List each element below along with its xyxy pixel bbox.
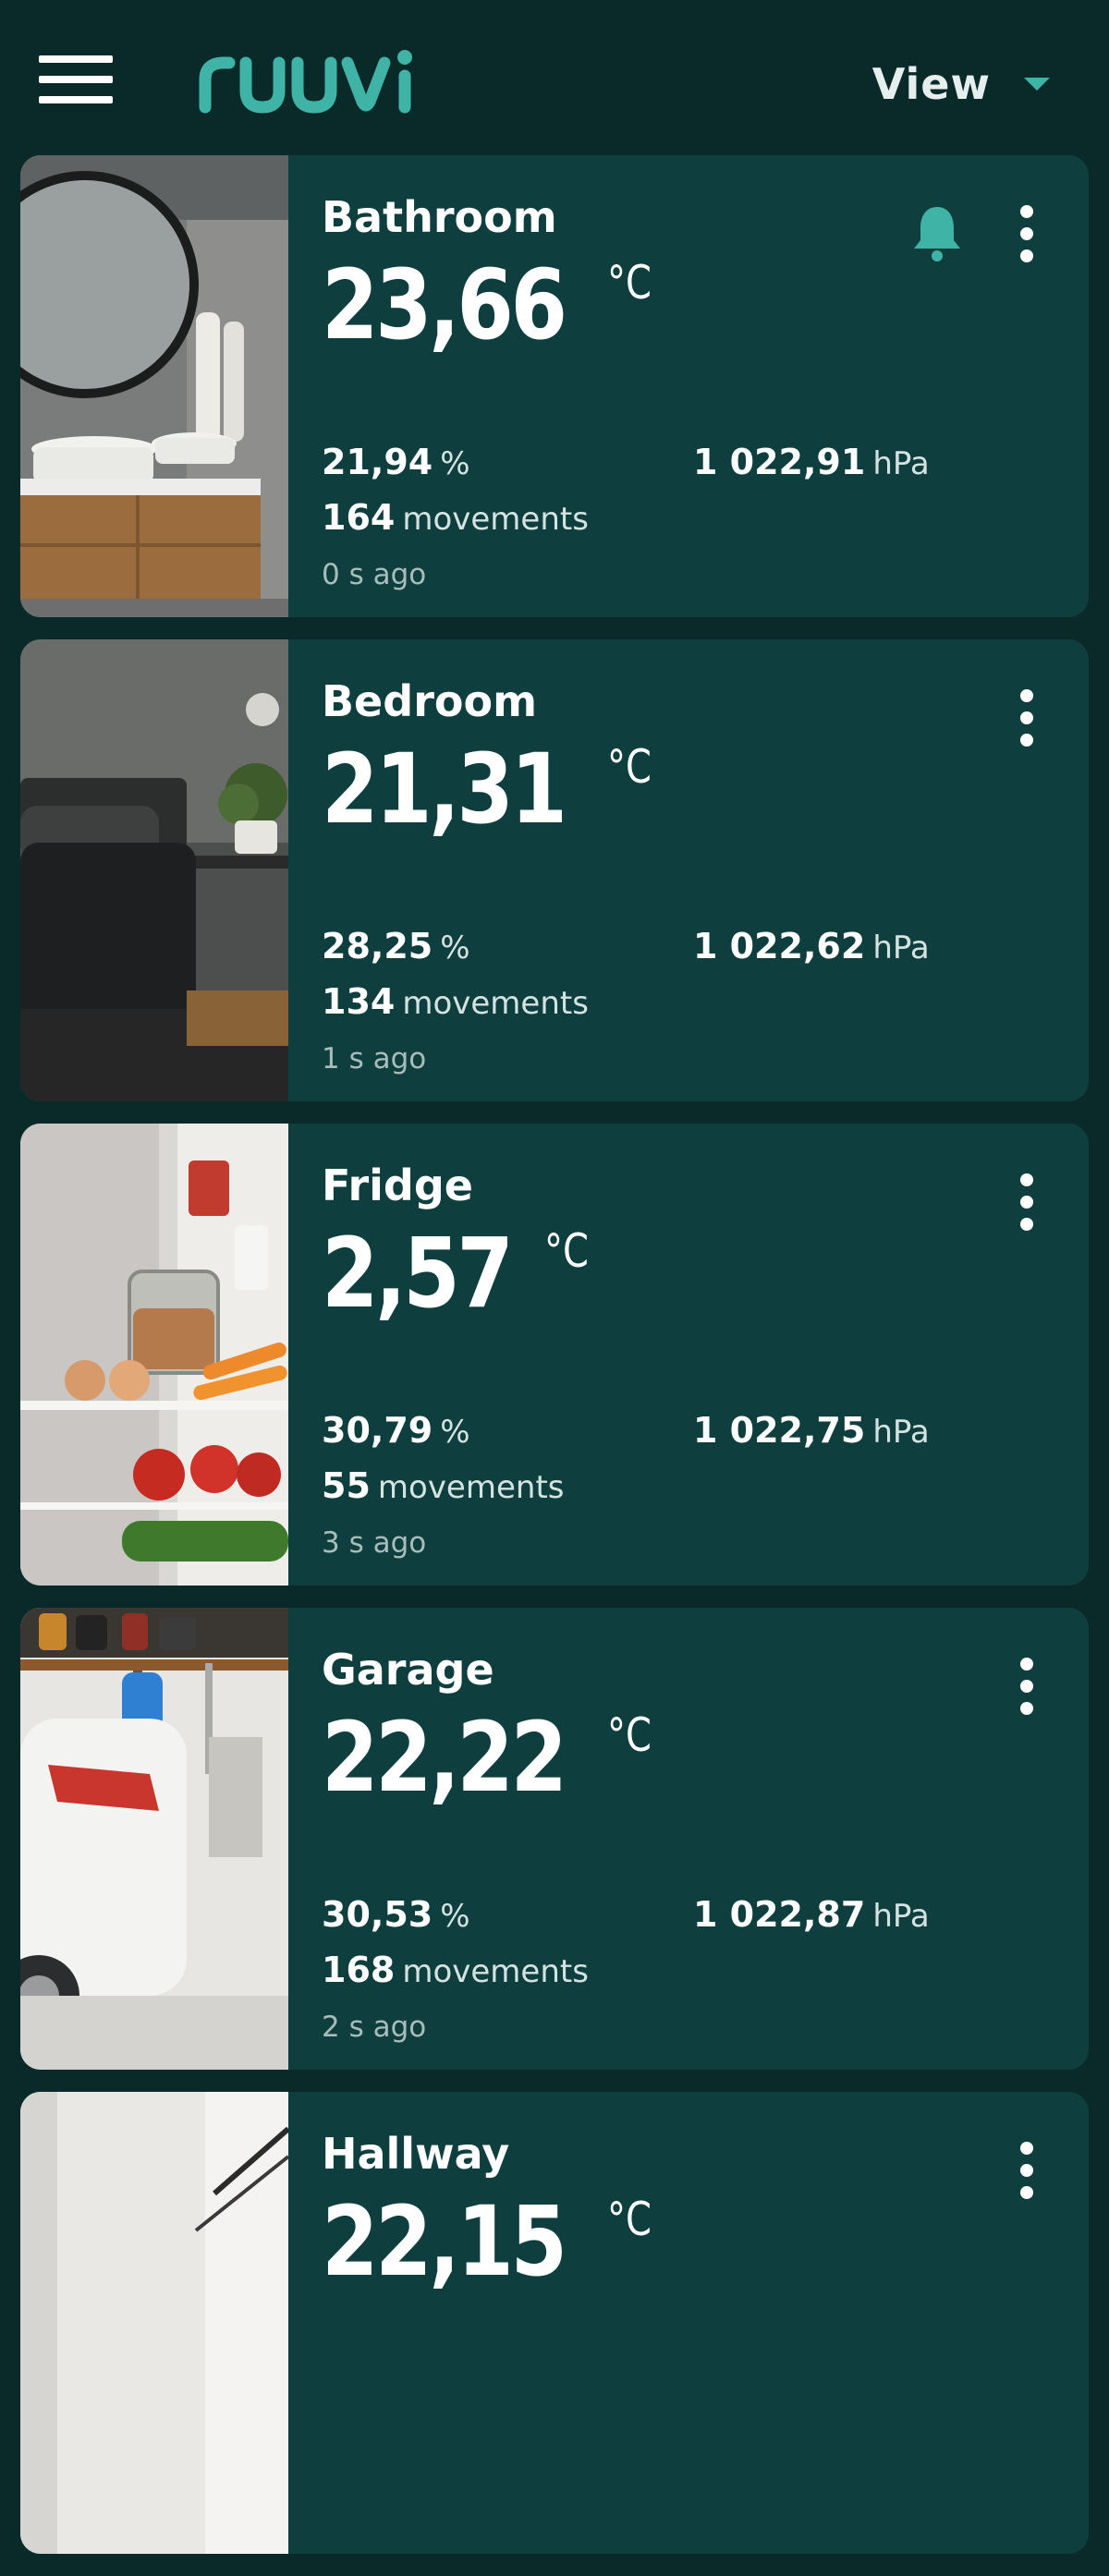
movements-unit: movements xyxy=(402,1953,589,1990)
pressure-value: 1 022,62 xyxy=(693,926,866,966)
bell-icon[interactable] xyxy=(909,203,965,262)
temperature-reading: 23,66 °C xyxy=(322,251,663,358)
humidity-reading: 30,79% xyxy=(322,1410,470,1451)
temperature-reading: 21,31 °C xyxy=(322,735,663,843)
pressure-value: 1 022,91 xyxy=(693,442,866,482)
sensor-card-garage[interactable]: Garage 22,22 °C 30,53% 1 022,87 hPa 168 mo… xyxy=(20,1608,1089,2070)
more-options-icon[interactable] xyxy=(1017,689,1039,748)
pressure-unit: hPa xyxy=(872,1414,930,1451)
chevron-down-icon xyxy=(1024,78,1050,91)
sensor-card-body: Garage 22,22 °C 30,53% 1 022,87 hPa 168 mo… xyxy=(322,1608,1089,2070)
bedroom-photo xyxy=(20,639,288,1101)
last-updated: 2 s ago xyxy=(322,2011,427,2044)
sensor-name: Garage xyxy=(322,1645,494,1695)
hallway-photo xyxy=(20,2092,288,2554)
ruuvi-logo xyxy=(199,50,412,114)
temperature-reading: 22,22 °C xyxy=(322,1704,663,1811)
movements-unit: movements xyxy=(377,1469,565,1506)
movements-unit: movements xyxy=(402,501,589,538)
humidity-reading: 21,94% xyxy=(322,442,470,482)
more-options-icon[interactable] xyxy=(1017,1658,1039,1717)
humidity-value: 21,94 xyxy=(322,442,433,482)
pressure-unit: hPa xyxy=(872,445,930,482)
sensor-card-hallway[interactable]: Hallway 22,15 °C xyxy=(20,2092,1089,2554)
sensor-name: Hallway xyxy=(322,2129,510,2179)
temperature-unit: °C xyxy=(606,740,652,794)
sensor-card-body: Bathroom 23,66 °C 21,94% 1 022,91 hPa 164… xyxy=(322,155,1089,617)
more-options-icon[interactable] xyxy=(1017,2142,1039,2201)
temperature-reading: 2,57 °C xyxy=(322,1220,600,1327)
humidity-reading: 28,25% xyxy=(322,926,470,966)
pressure-unit: hPa xyxy=(872,1898,930,1935)
sensor-card-body: Hallway 22,15 °C xyxy=(322,2092,1089,2554)
view-label: View xyxy=(871,59,991,109)
temperature-unit: °C xyxy=(606,1708,652,1762)
last-updated: 1 s ago xyxy=(322,1042,427,1075)
temperature-unit: °C xyxy=(543,1224,589,1278)
view-dropdown[interactable]: View xyxy=(872,52,1050,116)
temperature-unit: °C xyxy=(606,256,652,310)
app-header: View xyxy=(0,0,1109,155)
movements-value: 164 xyxy=(322,497,396,538)
pressure-value: 1 022,75 xyxy=(693,1410,866,1451)
temperature-value: 22,15 xyxy=(322,2185,567,2298)
temperature-unit: °C xyxy=(606,2193,652,2246)
sensor-card-fridge[interactable]: Fridge 2,57 °C 30,79% 1 022,75 hPa 55 move… xyxy=(20,1124,1089,1586)
more-options-icon[interactable] xyxy=(1017,205,1039,264)
movements-reading: 134 movements xyxy=(322,981,589,1022)
temperature-value: 22,22 xyxy=(322,1701,567,1814)
sensor-card-body: Bedroom 21,31 °C 28,25% 1 022,62 hPa 134 m… xyxy=(322,639,1089,1101)
pressure-reading: 1 022,62 hPa xyxy=(693,926,930,966)
bathroom-photo xyxy=(20,155,288,617)
sensor-name: Bedroom xyxy=(322,676,538,726)
movements-value: 55 xyxy=(322,1465,371,1506)
sensor-card-bathroom[interactable]: Bathroom 23,66 °C 21,94% 1 022,91 hPa 164… xyxy=(20,155,1089,617)
movements-unit: movements xyxy=(402,985,589,1022)
movements-value: 168 xyxy=(322,1950,396,1990)
pressure-unit: hPa xyxy=(872,930,930,966)
humidity-value: 30,79 xyxy=(322,1410,433,1451)
fridge-photo xyxy=(20,1124,288,1586)
humidity-unit: % xyxy=(440,445,470,482)
humidity-value: 28,25 xyxy=(322,926,433,966)
sensor-name: Fridge xyxy=(322,1160,473,1210)
humidity-value: 30,53 xyxy=(322,1894,433,1935)
sensor-card-bedroom[interactable]: Bedroom 21,31 °C 28,25% 1 022,62 hPa 134 m… xyxy=(20,639,1089,1101)
sensor-name: Bathroom xyxy=(322,192,557,242)
garage-photo xyxy=(20,1608,288,2070)
movements-value: 134 xyxy=(322,981,396,1022)
pressure-reading: 1 022,91 hPa xyxy=(693,442,930,482)
more-options-icon[interactable] xyxy=(1017,1173,1039,1233)
temperature-value: 21,31 xyxy=(322,733,567,845)
movements-reading: 168 movements xyxy=(322,1950,589,1990)
last-updated: 0 s ago xyxy=(322,558,427,591)
menu-icon[interactable] xyxy=(39,54,113,105)
temperature-value: 23,66 xyxy=(322,249,567,361)
sensor-card-body: Fridge 2,57 °C 30,79% 1 022,75 hPa 55 move… xyxy=(322,1124,1089,1586)
pressure-reading: 1 022,75 hPa xyxy=(693,1410,930,1451)
movements-reading: 55 movements xyxy=(322,1465,564,1506)
humidity-unit: % xyxy=(440,1414,470,1451)
humidity-unit: % xyxy=(440,930,470,966)
movements-reading: 164 movements xyxy=(322,497,589,538)
humidity-reading: 30,53% xyxy=(322,1894,470,1935)
pressure-reading: 1 022,87 hPa xyxy=(693,1894,930,1935)
humidity-unit: % xyxy=(440,1898,470,1935)
pressure-value: 1 022,87 xyxy=(693,1894,866,1935)
sensor-list: Bathroom 23,66 °C 21,94% 1 022,91 hPa 164… xyxy=(20,155,1089,2576)
temperature-reading: 22,15 °C xyxy=(322,2188,663,2295)
temperature-value: 2,57 xyxy=(322,1217,514,1330)
last-updated: 3 s ago xyxy=(322,1526,427,1560)
